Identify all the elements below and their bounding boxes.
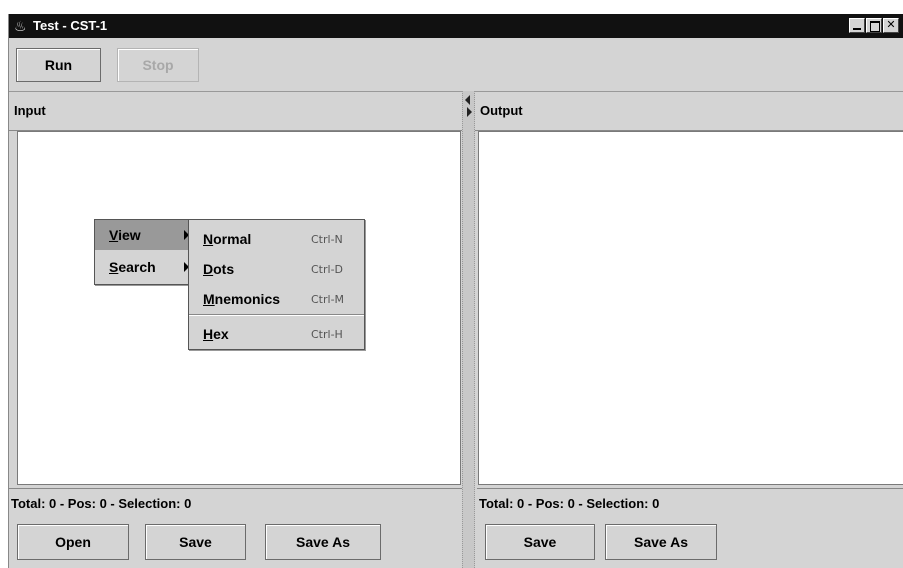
run-button[interactable]: Run (16, 48, 101, 82)
menu-item-mnemonics[interactable]: Mnemonics Ctrl-M (189, 284, 364, 314)
input-save-button[interactable]: Save (145, 524, 246, 560)
menu-separator (189, 314, 364, 316)
menu-item-normal[interactable]: Normal Ctrl-N (189, 224, 364, 254)
minimize-button[interactable] (849, 18, 865, 33)
menu-item-label: Normal (203, 231, 252, 247)
output-save-as-button[interactable]: Save As (605, 524, 717, 560)
split-pane-divider[interactable] (462, 91, 475, 568)
menu-item-hex[interactable]: Hex Ctrl-H (189, 319, 364, 349)
input-status-bar: Total: 0 - Pos: 0 - Selection: 0 (9, 488, 462, 516)
menu-item-search[interactable]: Search (95, 252, 193, 282)
accelerator-label: Ctrl-H (311, 328, 343, 341)
collapse-right-arrow-icon[interactable] (467, 107, 472, 117)
window-title: Test - CST-1 (33, 18, 108, 33)
close-button[interactable]: ✕ (883, 18, 899, 33)
context-menu: View Search (94, 219, 194, 285)
java-cup-icon: ♨ (14, 18, 27, 34)
toolbar: Run Stop (9, 38, 903, 91)
menu-item-label: Dots (203, 261, 235, 277)
menu-item-label: Search (109, 259, 156, 275)
output-text-area[interactable] (478, 131, 903, 485)
open-button[interactable]: Open (17, 524, 129, 560)
input-panel-header: Input (9, 91, 462, 131)
output-status-bar: Total: 0 - Pos: 0 - Selection: 0 (477, 488, 903, 516)
input-save-as-button[interactable]: Save As (265, 524, 381, 560)
output-save-button[interactable]: Save (485, 524, 595, 560)
accelerator-label: Ctrl-D (311, 263, 344, 276)
stop-button: Stop (117, 48, 199, 82)
output-panel-header: Output (475, 91, 903, 131)
view-submenu: Normal Ctrl-N Dots Ctrl-D Mnemonics Ctrl… (188, 219, 365, 350)
menu-item-dots[interactable]: Dots Ctrl-D (189, 254, 364, 284)
menu-item-view[interactable]: View (95, 220, 193, 250)
application-window: ♨ Test - CST-1 ✕ Run Stop Input Output T… (8, 14, 903, 568)
menu-item-label: Mnemonics (203, 291, 281, 307)
menu-item-label: Hex (203, 326, 229, 342)
accelerator-label: Ctrl-M (311, 293, 345, 306)
title-bar[interactable]: ♨ Test - CST-1 ✕ (9, 14, 903, 38)
maximize-button[interactable] (866, 18, 882, 33)
collapse-left-arrow-icon[interactable] (465, 95, 470, 105)
menu-item-label: View (109, 227, 141, 243)
accelerator-label: Ctrl-N (311, 233, 343, 246)
